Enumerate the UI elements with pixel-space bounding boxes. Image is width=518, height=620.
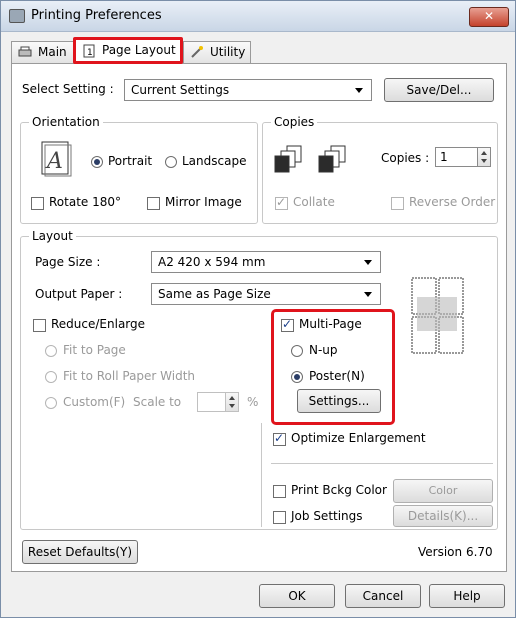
orientation-group-label: Orientation <box>29 115 103 129</box>
portrait-radio[interactable] <box>91 156 103 168</box>
help-button[interactable]: Help <box>429 584 505 608</box>
chevron-down-icon <box>364 292 372 297</box>
arrow-up-icon <box>481 151 487 155</box>
landscape-label[interactable]: Landscape <box>182 154 246 168</box>
collate-checkbox[interactable] <box>275 195 288 210</box>
ok-button[interactable]: OK <box>259 584 335 608</box>
tab-utility[interactable]: Utility <box>183 41 251 63</box>
scale-input[interactable] <box>197 392 227 412</box>
mirror-image-checkbox[interactable] <box>147 197 160 210</box>
page-icon: 1 <box>83 44 95 58</box>
poster-radio[interactable] <box>291 371 303 383</box>
portrait-label[interactable]: Portrait <box>108 154 152 168</box>
horizontal-divider <box>271 463 493 464</box>
printer-icon <box>18 46 32 57</box>
percent-label: % <box>247 395 259 409</box>
select-setting-value: Current Settings <box>131 83 230 97</box>
cancel-button[interactable]: Cancel <box>345 584 421 608</box>
tab-page-layout-label: Page Layout <box>102 43 176 57</box>
poster-label[interactable]: Poster(N) <box>309 369 365 383</box>
color-settings-button[interactable]: Color Settings(H)... <box>393 479 493 519</box>
output-paper-value: Same as Page Size <box>158 287 271 301</box>
job-settings-label[interactable]: Job Settings <box>291 509 363 523</box>
select-setting-label: Select Setting : <box>22 82 114 96</box>
version-label: Version 6.70 <box>418 545 493 559</box>
multi-page-label[interactable]: Multi-Page <box>299 317 362 331</box>
page-size-label: Page Size : <box>35 255 101 269</box>
poster-preview-icon <box>411 277 464 354</box>
layout-group-label: Layout <box>29 229 76 243</box>
save-del-button[interactable]: Save/Del... <box>384 78 494 102</box>
optimize-enlargement-label[interactable]: Optimize Enlargement <box>291 431 426 445</box>
reverse-order-checkbox[interactable] <box>391 197 404 210</box>
select-setting-dropdown[interactable]: Current Settings <box>124 79 372 101</box>
print-bckg-color-label[interactable]: Print Bckg Color <box>291 483 387 497</box>
print-bckg-color-checkbox[interactable] <box>273 485 286 498</box>
fit-to-roll-radio[interactable] <box>45 371 57 383</box>
printing-preferences-window: Printing Preferences ✕ Main 1 Page Layou… <box>0 0 516 618</box>
tab-main-label: Main <box>38 45 67 59</box>
reverse-order-label[interactable]: Reverse Order <box>409 195 495 209</box>
orientation-group: Orientation A Portrait Landscape Rotate … <box>20 115 258 224</box>
vertical-divider <box>261 423 262 527</box>
fit-to-roll-label[interactable]: Fit to Roll Paper Width <box>63 369 195 383</box>
copies-label: Copies : <box>381 151 430 165</box>
job-settings-checkbox[interactable] <box>273 511 286 524</box>
fit-to-page-radio[interactable] <box>45 345 57 357</box>
reduce-enlarge-checkbox[interactable] <box>33 319 46 332</box>
copies-input[interactable]: 1 <box>435 147 479 167</box>
copies-spinner[interactable] <box>477 147 491 167</box>
custom-label[interactable]: Custom(F) <box>63 395 125 409</box>
output-paper-label: Output Paper : <box>35 287 123 301</box>
reset-defaults-button[interactable]: Reset Defaults(Y) <box>22 540 138 564</box>
printer-icon <box>9 9 25 23</box>
svg-text:1: 1 <box>87 48 93 58</box>
collate-label[interactable]: Collate <box>293 195 335 209</box>
output-paper-dropdown[interactable]: Same as Page Size <box>151 283 381 305</box>
custom-radio[interactable] <box>45 397 57 409</box>
n-up-label[interactable]: N-up <box>309 343 338 357</box>
tab-main[interactable]: Main <box>11 41 81 63</box>
multi-page-checkbox[interactable] <box>281 317 294 332</box>
optimize-enlargement-checkbox[interactable] <box>273 431 286 446</box>
chevron-down-icon <box>364 260 372 265</box>
rotate-180-label[interactable]: Rotate 180° <box>49 195 121 209</box>
tab-utility-label: Utility <box>210 45 246 59</box>
title-bar[interactable]: Printing Preferences ✕ <box>1 1 515 32</box>
window-title: Printing Preferences <box>31 8 162 23</box>
mirror-image-label[interactable]: Mirror Image <box>165 195 242 209</box>
fit-to-page-label[interactable]: Fit to Page <box>63 343 126 357</box>
tab-page-layout[interactable]: 1 Page Layout <box>73 37 183 64</box>
n-up-radio[interactable] <box>291 345 303 357</box>
rotate-180-checkbox[interactable] <box>31 197 44 210</box>
collate-icon <box>274 145 302 173</box>
arrow-down-icon <box>481 159 487 163</box>
copies-group-label: Copies <box>271 115 318 129</box>
reduce-enlarge-label[interactable]: Reduce/Enlarge <box>51 317 145 331</box>
copies-group: Copies Copies : 1 Collate Reverse Order <box>262 115 498 224</box>
utility-icon <box>191 46 203 58</box>
scale-to-label: Scale to <box>133 395 182 409</box>
portrait-page-icon: A <box>41 141 72 177</box>
page-layout-panel: Select Setting : Current Settings Save/D… <box>11 63 507 572</box>
layout-group: Layout Page Size : A2 420 x 594 mm Outpu… <box>20 229 498 530</box>
svg-text:A: A <box>45 149 63 174</box>
landscape-radio[interactable] <box>165 156 177 168</box>
details-button[interactable]: Details(K)... <box>393 505 493 527</box>
page-size-value: A2 420 x 594 mm <box>158 255 266 269</box>
multi-page-settings-button[interactable]: Settings... <box>297 389 381 413</box>
scale-spinner[interactable] <box>225 392 239 412</box>
chevron-down-icon <box>355 88 363 93</box>
close-button[interactable]: ✕ <box>469 7 509 27</box>
arrow-down-icon <box>229 404 235 408</box>
collate-icon <box>318 145 346 173</box>
page-size-dropdown[interactable]: A2 420 x 594 mm <box>151 251 381 273</box>
arrow-up-icon <box>229 396 235 400</box>
